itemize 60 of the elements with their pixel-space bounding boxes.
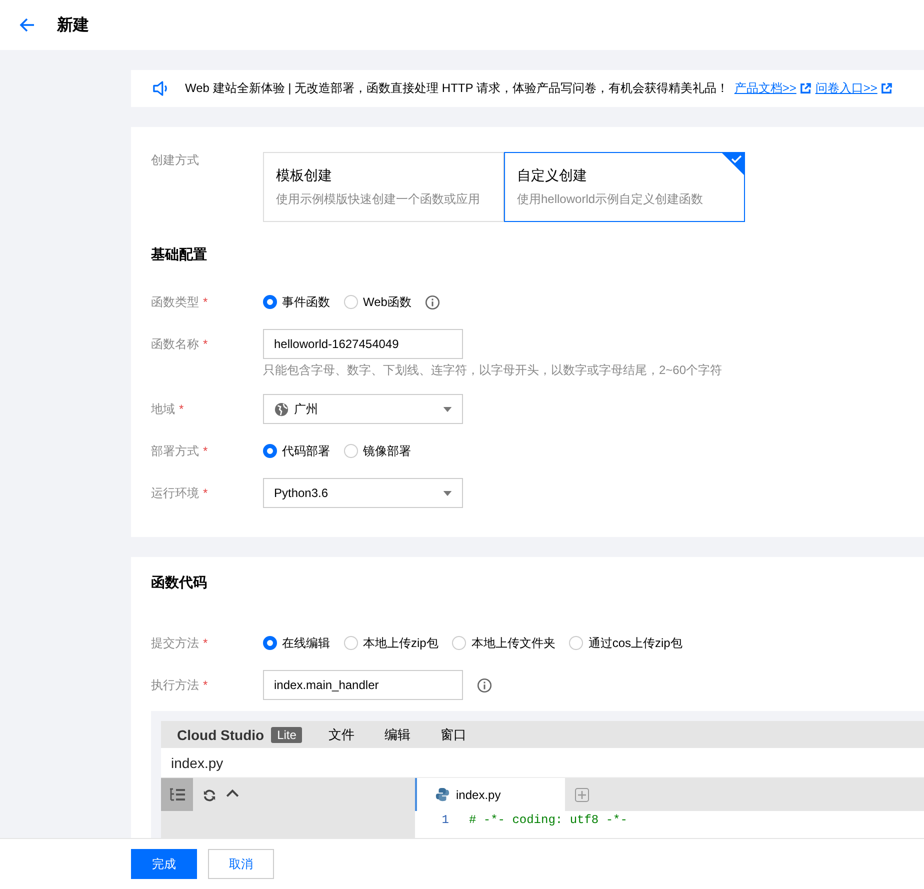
tree-list-icon: [169, 788, 185, 802]
line-number: 1: [440, 813, 449, 827]
create-mode-option[interactable]: 自定义创建 使用helloworld示例自定义创建函数: [504, 152, 745, 222]
required-asterisk: *: [179, 402, 184, 416]
file-tab[interactable]: index.py: [415, 778, 565, 811]
hint-text: 只能包含字母、数字、下划线、连字符，以字母开头，以数字或字母结尾，2~60个字符: [263, 362, 724, 379]
required-asterisk: *: [203, 486, 208, 500]
required-asterisk: *: [203, 294, 208, 308]
dropdown-select[interactable]: 广州: [263, 394, 463, 424]
external-link-icon: [881, 83, 892, 94]
caret-icon: [443, 490, 452, 496]
menu-item[interactable]: 窗口: [440, 726, 466, 744]
field-label: 部署方式: [151, 444, 199, 458]
cancel-button[interactable]: 取消: [208, 849, 274, 879]
caret-icon: [443, 406, 452, 412]
create-mode-option[interactable]: 模板创建 使用示例模版快速创建一个函数或应用: [263, 152, 504, 222]
external-link-icon: [800, 83, 812, 94]
radio-option[interactable]: 本地上传文件夹: [452, 634, 556, 652]
page-title: 新建: [57, 15, 89, 36]
chevron-up-icon[interactable]: [226, 789, 239, 798]
submit-button[interactable]: 完成: [131, 849, 197, 879]
field-label: 执行方法: [151, 678, 199, 692]
refresh-icon[interactable]: [203, 789, 216, 802]
field-label: 地域: [151, 402, 175, 416]
field-label: 提交方法: [151, 636, 199, 650]
menu-item[interactable]: 文件: [328, 726, 354, 744]
doc-link[interactable]: 问卷入口>>: [815, 80, 878, 97]
radio-option[interactable]: Web函数: [344, 294, 412, 310]
section-title: 函数代码: [151, 574, 208, 592]
field-label: 运行环境: [151, 486, 199, 500]
python-icon: [435, 787, 450, 802]
speaker-icon: [152, 81, 169, 96]
required-asterisk: *: [203, 336, 208, 350]
menu-item[interactable]: 编辑: [384, 726, 410, 744]
code-line: # -*- coding: utf8 -*-: [469, 813, 628, 827]
required-asterisk: *: [203, 636, 208, 650]
doc-link[interactable]: 产品文档>>: [734, 80, 796, 97]
radio-option[interactable]: 代码部署: [263, 442, 330, 460]
field-label: 函数类型: [151, 294, 199, 308]
required-asterisk: *: [203, 444, 208, 458]
editor-logo: Cloud Studio: [177, 726, 264, 742]
radio-option[interactable]: 本地上传zip包: [344, 634, 438, 652]
section-title: 基础配置: [151, 246, 208, 264]
notice-text: Web 建站全新体验 | 无改造部署，函数直接处理 HTTP 请求，体验产品写问卷，有机会获得精美礼品！: [185, 80, 728, 97]
dropdown-select[interactable]: Python3.6: [263, 478, 463, 508]
info-icon[interactable]: [477, 678, 492, 692]
info-icon[interactable]: [425, 294, 440, 310]
text-input[interactable]: helloworld-1627454049: [263, 329, 463, 359]
radio-option[interactable]: 通过cos上传zip包: [569, 634, 682, 652]
editor-badge: Lite: [271, 726, 302, 742]
radio-option[interactable]: 事件函数: [263, 294, 330, 310]
radio-option[interactable]: 在线编辑: [263, 634, 330, 652]
field-label: 函数名称: [151, 336, 199, 350]
checkmark-corner-icon: [722, 153, 744, 175]
text-input[interactable]: index.main_handler: [263, 670, 463, 700]
back-arrow-icon[interactable]: [19, 17, 35, 33]
field-label: 创建方式: [151, 153, 199, 167]
required-asterisk: *: [203, 678, 208, 692]
radio-option[interactable]: 镜像部署: [344, 442, 411, 460]
file-tree-button[interactable]: [161, 778, 193, 811]
